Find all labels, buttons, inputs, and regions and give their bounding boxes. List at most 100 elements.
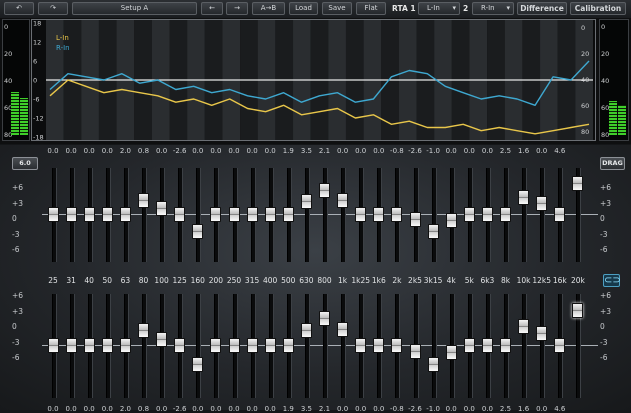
band-value-readout: 1.6 xyxy=(518,147,530,155)
bottom-fader-160[interactable] xyxy=(192,357,204,372)
eq-db-scale-label: -6 xyxy=(12,353,20,362)
bottom-fader-1k6[interactable] xyxy=(373,337,385,353)
drag-button[interactable]: DRAG xyxy=(600,157,625,170)
band-value-readout-bottom: 0.0 xyxy=(192,405,204,413)
band-label-250: 250 xyxy=(226,276,242,285)
top-fader-80[interactable] xyxy=(138,193,149,209)
meter-left-bar-2 xyxy=(20,98,28,135)
top-fader-400[interactable] xyxy=(264,206,276,222)
bottom-track xyxy=(341,294,347,398)
bottom-fader-1k25[interactable] xyxy=(355,337,367,353)
bottom-fader-12k5[interactable] xyxy=(536,325,548,341)
rta1-source-select[interactable]: L-In ▾ xyxy=(418,2,460,15)
top-fader-8k[interactable] xyxy=(500,206,511,222)
top-fader-315[interactable] xyxy=(246,206,258,222)
top-fader-100[interactable] xyxy=(156,201,168,217)
top-fader-200[interactable] xyxy=(210,206,222,222)
band-value-readout-bottom: 1.6 xyxy=(518,405,530,413)
arrow-left-icon: ← xyxy=(209,4,215,12)
save-button[interactable]: Save xyxy=(322,2,352,15)
top-fader-12k5[interactable] xyxy=(536,195,548,211)
bottom-fader-80[interactable] xyxy=(138,322,149,338)
bottom-fader-31[interactable] xyxy=(65,337,77,353)
band-value-readout: 1.9 xyxy=(282,147,294,155)
bottom-fader-200[interactable] xyxy=(210,337,222,353)
bottom-fader-315[interactable] xyxy=(246,337,258,353)
top-fader-16k[interactable] xyxy=(554,206,566,222)
rta-db-label: -6 xyxy=(33,96,39,104)
top-fader-800[interactable] xyxy=(319,183,330,199)
bottom-fader-400[interactable] xyxy=(264,337,276,353)
top-fader-40[interactable] xyxy=(83,206,95,222)
bottom-fader-500[interactable] xyxy=(282,337,294,353)
flat-button[interactable]: Flat xyxy=(356,2,386,15)
prev-setup-button[interactable]: ← xyxy=(201,2,223,15)
rta-graph: 181260-6-12-18L-InR-In020406080 xyxy=(33,20,593,140)
top-fader-5k[interactable] xyxy=(463,206,475,222)
bottom-fader-1k[interactable] xyxy=(337,321,349,337)
top-fader-1k6[interactable] xyxy=(373,206,385,222)
bottom-fader-6k3[interactable] xyxy=(481,337,493,353)
top-fader-3k15[interactable] xyxy=(427,223,439,239)
top-fader-50[interactable] xyxy=(101,206,113,222)
band-value-readout: 2.0 xyxy=(119,147,131,155)
bottom-fader-50[interactable] xyxy=(101,337,113,353)
top-fader-2k5[interactable] xyxy=(409,211,421,227)
bottom-fader-250[interactable] xyxy=(228,337,240,353)
top-fader-4k[interactable] xyxy=(445,213,457,229)
top-fader-2k[interactable] xyxy=(391,206,403,222)
bottom-fader-5k[interactable] xyxy=(463,337,475,353)
rta1-source-value: L-In xyxy=(427,4,440,12)
redo-button[interactable]: ↷ xyxy=(38,2,68,15)
next-setup-button[interactable]: → xyxy=(226,2,248,15)
bottom-fader-2k5[interactable] xyxy=(409,343,421,359)
bottom-fader-16k[interactable] xyxy=(554,337,566,353)
a-to-b-button[interactable]: A→B xyxy=(252,2,285,15)
bottom-fader-125[interactable] xyxy=(174,337,186,353)
top-fader-160[interactable] xyxy=(192,223,204,239)
bottom-fader-20k[interactable] xyxy=(572,303,584,318)
top-fader-1k25[interactable] xyxy=(355,206,367,222)
top-fader-630[interactable] xyxy=(300,193,312,209)
band-value-readout-bottom: 0.0 xyxy=(264,405,276,413)
top-fader-1k[interactable] xyxy=(337,192,349,208)
calibration-label: Calibration xyxy=(574,4,622,13)
gain-range-button[interactable]: 6.0 xyxy=(12,157,38,170)
arrow-right-icon: → xyxy=(234,4,240,12)
top-fader-25[interactable] xyxy=(47,206,59,222)
top-track xyxy=(304,168,310,262)
bottom-fader-40[interactable] xyxy=(83,337,95,353)
top-fader-63[interactable] xyxy=(119,206,131,222)
band-value-readout: -0.8 xyxy=(390,147,404,155)
top-fader-125[interactable] xyxy=(174,206,186,222)
setup-select[interactable]: Setup A xyxy=(72,2,197,15)
undo-button[interactable]: ↶ xyxy=(4,2,34,15)
top-fader-500[interactable] xyxy=(282,206,294,222)
bottom-fader-63[interactable] xyxy=(119,337,131,353)
bottom-fader-2k[interactable] xyxy=(391,337,403,353)
top-fader-31[interactable] xyxy=(65,206,77,222)
band-label-25: 25 xyxy=(48,276,58,285)
top-fader-10k[interactable] xyxy=(518,189,530,205)
link-icon[interactable]: ⊂⊃ xyxy=(603,274,621,287)
load-button[interactable]: Load xyxy=(289,2,318,15)
bottom-fader-4k[interactable] xyxy=(445,345,457,360)
top-fader-6k3[interactable] xyxy=(481,206,493,222)
bottom-fader-8k[interactable] xyxy=(500,337,511,353)
bottom-fader-630[interactable] xyxy=(300,323,312,339)
bottom-fader-10k[interactable] xyxy=(518,318,530,334)
bottom-fader-100[interactable] xyxy=(156,331,168,347)
rta2-source-select[interactable]: R-In ▾ xyxy=(472,2,514,15)
rta-db-label: 12 xyxy=(33,39,41,47)
eq-db-scale-label-right: +6 xyxy=(600,183,612,192)
band-label-800: 800 xyxy=(317,276,332,285)
bottom-fader-800[interactable] xyxy=(319,311,330,327)
difference-button[interactable]: Difference xyxy=(517,2,567,15)
top-fader-250[interactable] xyxy=(228,206,240,222)
calibration-button[interactable]: Calibration xyxy=(570,2,626,15)
meter-left-bar-1 xyxy=(11,92,19,135)
band-label-20k: 20k xyxy=(570,276,585,285)
bottom-fader-25[interactable] xyxy=(47,337,59,353)
top-fader-20k[interactable] xyxy=(572,175,584,191)
bottom-fader-3k15[interactable] xyxy=(427,357,439,372)
